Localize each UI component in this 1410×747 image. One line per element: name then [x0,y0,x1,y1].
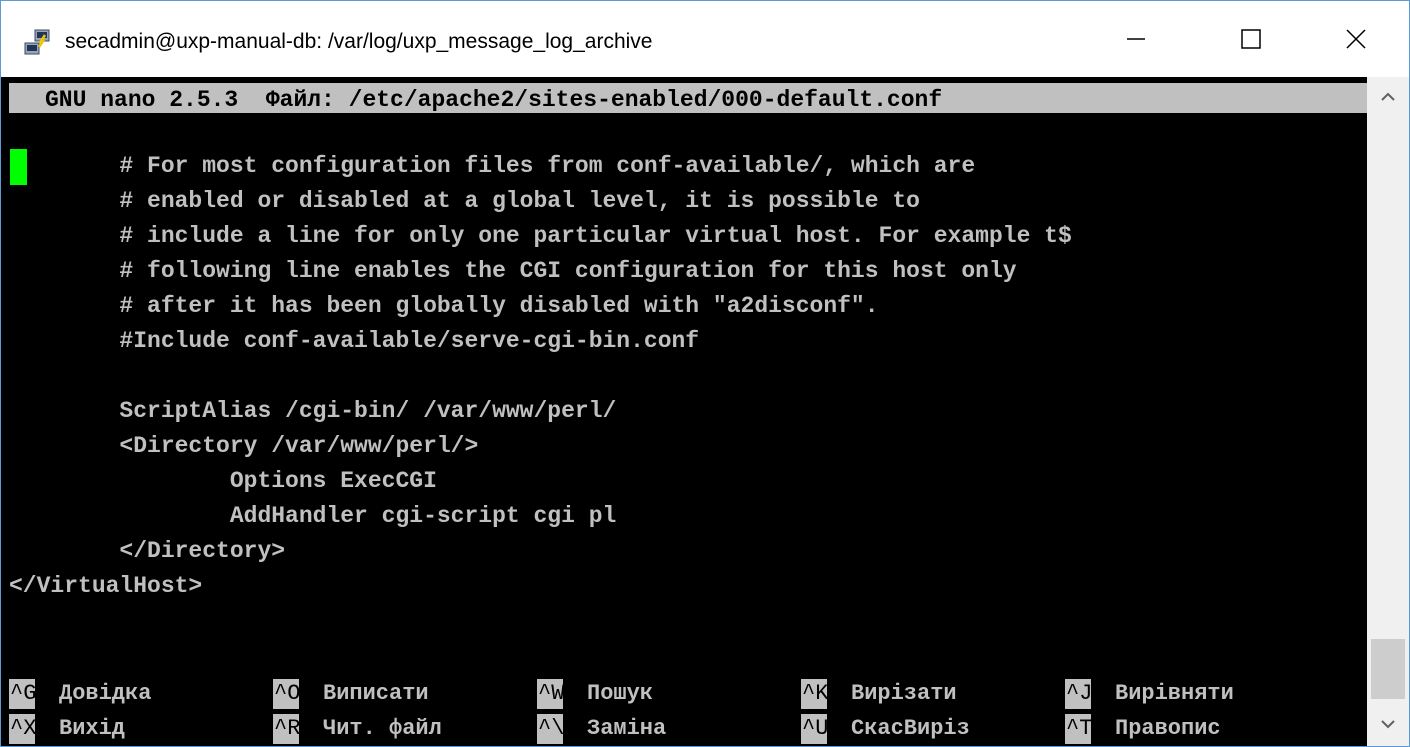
nano-header-bar: GNU nano 2.5.3 Файл: /etc/apache2/sites-… [9,83,1367,113]
shortcut-read-file[interactable]: ^R Чит. файл [273,712,523,746]
title-bar[interactable]: secadmin@uxp-manual-db: /var/log/uxp_mes… [1,1,1409,77]
editor-line[interactable]: # For most configuration files from conf… [9,149,975,184]
shortcut-search[interactable]: ^W Пошук [537,677,787,711]
shortcut-replace[interactable]: ^\ Заміна [537,712,787,746]
editor-line[interactable]: # enabled or disabled at a global level,… [9,184,920,219]
maximize-button[interactable] [1221,17,1281,65]
shortcut-key: ^X [9,714,35,744]
shortcut-key: ^J [1065,679,1091,709]
editor-line[interactable]: <Directory /var/www/perl/> [9,429,478,464]
window-title: secadmin@uxp-manual-db: /var/log/uxp_mes… [65,30,653,53]
close-icon [1345,28,1367,55]
shortcut-label: Виписати [323,681,429,706]
minimize-icon [1126,29,1146,54]
shortcut-key: ^R [273,714,299,744]
editor-line[interactable]: #Include conf-available/serve-cgi-bin.co… [9,324,699,359]
shortcut-exit[interactable]: ^X Вихід [9,712,259,746]
shortcut-cut[interactable]: ^K Вирізати [801,677,1051,711]
nano-header-text: GNU nano 2.5.3 Файл: /etc/apache2/sites-… [45,87,943,113]
editor-line[interactable]: # include a line for only one particular… [9,219,1071,254]
chevron-up-icon [1381,89,1395,107]
shortcut-key: ^W [537,679,563,709]
editor-line[interactable]: AddHandler cgi-script cgi pl [9,499,616,534]
shortcut-label: СкасВиріз [851,716,970,741]
minimize-button[interactable] [1106,17,1166,65]
scroll-up-button[interactable] [1367,77,1409,119]
shortcut-justify[interactable]: ^J Вирівняти [1065,677,1355,711]
scroll-track[interactable] [1367,119,1409,679]
shortcut-label: Вихід [59,716,126,741]
shortcut-write-out[interactable]: ^O Виписати [273,677,523,711]
vertical-scrollbar[interactable] [1367,77,1409,746]
shortcut-key: ^O [273,679,299,709]
terminal-window: secadmin@uxp-manual-db: /var/log/uxp_mes… [0,0,1410,747]
close-button[interactable] [1326,17,1386,65]
editor-line[interactable]: </VirtualHost> [9,569,202,604]
editor-line[interactable]: # following line enables the CGI configu… [9,254,1016,289]
shortcut-label: Вирізати [851,681,957,706]
shortcut-label: Довідка [59,681,152,706]
scroll-thumb[interactable] [1371,639,1405,699]
shortcut-label: Правопис [1115,716,1221,741]
editor-line[interactable]: ScriptAlias /cgi-bin/ /var/www/perl/ [9,394,616,429]
editor-line[interactable]: # after it has been globally disabled wi… [9,289,878,324]
shortcut-key: ^U [801,714,827,744]
shortcut-uncut[interactable]: ^U СкасВиріз [801,712,1051,746]
shortcut-key: ^G [9,679,35,709]
maximize-icon [1240,28,1262,55]
shortcut-label: Вирівняти [1115,681,1234,706]
putty-icon [23,27,53,57]
terminal-area[interactable]: GNU nano 2.5.3 Файл: /etc/apache2/sites-… [1,77,1367,746]
editor-line[interactable]: Options ExecCGI [9,464,437,499]
shortcut-help[interactable]: ^G Довідка [9,677,259,711]
scroll-down-button[interactable] [1367,704,1409,746]
shortcut-label: Заміна [587,716,667,741]
shortcut-spell[interactable]: ^T Правопис [1065,712,1355,746]
shortcut-key: ^K [801,679,827,709]
shortcut-label: Чит. файл [323,716,442,741]
shortcut-key: ^T [1065,714,1091,744]
shortcut-label: Пошук [587,681,654,706]
editor-line[interactable]: </Directory> [9,534,285,569]
shortcut-key: ^\ [537,714,563,744]
chevron-down-icon [1381,716,1395,734]
